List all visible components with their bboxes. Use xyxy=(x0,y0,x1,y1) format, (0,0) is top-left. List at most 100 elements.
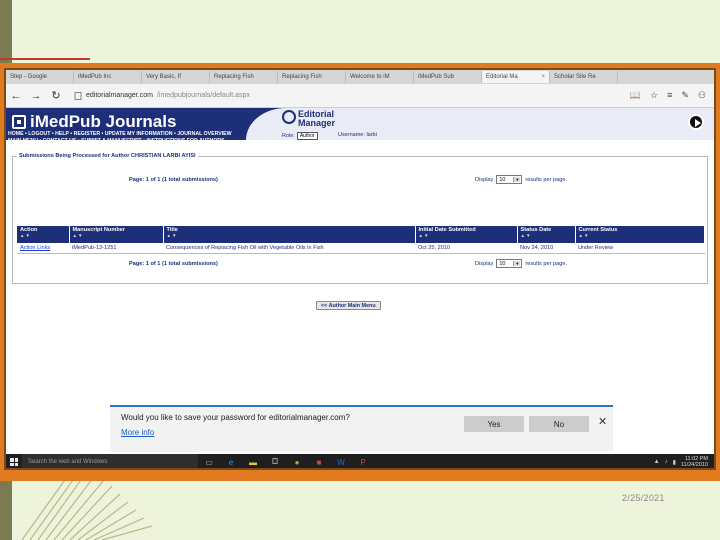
editorial-manager-logo-icon xyxy=(282,110,296,124)
more-info-link[interactable]: More info xyxy=(121,428,154,437)
favorite-star-icon[interactable]: ☆ xyxy=(650,90,658,101)
edge-icon[interactable]: e xyxy=(220,454,242,468)
browser-tab[interactable]: iMedPub Sub xyxy=(414,71,482,83)
brand-line-2: Manager xyxy=(298,118,336,128)
menu-line-1[interactable]: HOME • LOGOUT • HELP • REGISTER • UPDATE… xyxy=(8,131,266,138)
web-note-icon[interactable]: ✎ xyxy=(681,90,689,101)
system-tray: ▲ ♪ ▮ 11:02 PM 11/24/2010 xyxy=(654,456,714,468)
tab-close-icon[interactable]: × xyxy=(541,74,545,80)
share-icon[interactable]: ⚇ xyxy=(698,90,706,101)
display-suffix: results per page. xyxy=(525,260,568,267)
submissions-table: Action ▲▼ Manuscript Number ▲▼ Title ▲▼ Initia… xyxy=(17,226,705,254)
column-header[interactable]: Status Date ▲▼ xyxy=(517,226,576,243)
browser-tab[interactable]: Welcome to iM xyxy=(346,71,414,83)
results-per-page-value: 10 xyxy=(499,176,506,183)
column-header[interactable]: Initial Date Submitted ▲▼ xyxy=(415,226,518,243)
forward-icon[interactable]: → xyxy=(26,90,46,102)
imedpub-logo-icon xyxy=(12,115,26,129)
results-per-page-value: 10 xyxy=(499,260,506,267)
editorial-manager-brand: Editorial Manager xyxy=(298,110,358,128)
volume-icon[interactable]: ♪ xyxy=(665,459,668,465)
table-cell: Nov 24, 2010 xyxy=(517,243,575,254)
refresh-icon[interactable]: ↻ xyxy=(46,89,66,102)
chevron-down-icon: ▼ xyxy=(513,261,521,266)
url-field[interactable]: editorialmanager.com/imedpubjournals/def… xyxy=(74,91,250,100)
browser-tab[interactable]: Step - Google xyxy=(6,71,74,83)
address-bar: ← → ↻ editorialmanager.com/imedpubjourna… xyxy=(6,84,714,108)
table-cell: Consequences of Replacing Fish Oil with … xyxy=(163,243,415,254)
action-links[interactable]: Action Links xyxy=(17,243,69,254)
sort-arrows-icon[interactable]: ▲▼ xyxy=(419,233,514,238)
web-page: iMedPub Journals HOME • LOGOUT • HELP • … xyxy=(6,108,714,468)
username-label: Username: xyxy=(338,132,365,138)
tab-label: iMedPub Inc xyxy=(78,74,112,80)
sort-arrows-icon[interactable]: ▲▼ xyxy=(167,233,412,238)
store-icon[interactable]: ⛋ xyxy=(264,454,286,468)
role-dropdown[interactable]: Author xyxy=(296,132,318,140)
hub-icon[interactable]: ≡ xyxy=(667,90,672,101)
results-per-page-select[interactable]: 10 ▼ xyxy=(496,175,523,184)
back-icon[interactable]: ← xyxy=(6,90,26,102)
windows-taskbar: Search the web and Windows ▭ e ▬ ⛋ ● ■ W… xyxy=(6,454,714,468)
clock[interactable]: 11:02 PM 11/24/2010 xyxy=(681,456,708,468)
journal-menu: HOME • LOGOUT • HELP • REGISTER • UPDATE… xyxy=(6,131,266,145)
no-button[interactable]: No xyxy=(529,416,589,432)
tab-label: Replacing Fish xyxy=(214,74,254,80)
network-icon[interactable]: ▲ xyxy=(654,459,660,465)
display-label: Display xyxy=(475,176,494,183)
save-password-message: Would you like to save your password for… xyxy=(121,413,350,422)
file-explorer-icon[interactable]: ▬ xyxy=(242,454,264,468)
table-row: Action Links iMedPub-13-1251 Consequences … xyxy=(17,243,705,254)
browser-tab[interactable]: Scholar Site Re xyxy=(550,71,618,83)
sort-arrows-icon[interactable]: ▲▼ xyxy=(521,233,572,238)
close-icon[interactable]: ✕ xyxy=(598,415,607,428)
start-button[interactable] xyxy=(6,454,22,468)
journal-logo[interactable]: iMedPub Journals xyxy=(12,112,176,132)
sort-arrows-icon[interactable]: ▲▼ xyxy=(20,233,66,238)
slide-date: 2/25/2021 xyxy=(622,493,665,503)
journal-name: iMedPub Journals xyxy=(30,112,177,131)
browser-tab[interactable]: Replacing Fish xyxy=(278,71,346,83)
word-icon[interactable]: W xyxy=(330,454,352,468)
column-header[interactable]: Current Status ▲▼ xyxy=(575,226,705,243)
reading-view-icon[interactable]: 📖 xyxy=(630,90,641,101)
tab-label: Scholar Site Re xyxy=(554,74,596,80)
table-cell: iMedPub-13-1251 xyxy=(69,243,163,254)
browser-window: Step - Google iMedPub Inc Very Basic, If Re… xyxy=(4,68,716,470)
play-icon[interactable] xyxy=(688,114,704,130)
display-control-top: Display 10 ▼ results per page. xyxy=(475,175,567,184)
battery-icon[interactable]: ▮ xyxy=(673,459,676,466)
tab-label: Editorial Ma xyxy=(486,74,518,80)
sort-arrows-icon[interactable]: ▲▼ xyxy=(579,233,702,238)
column-header[interactable]: Manuscript Number ▲▼ xyxy=(69,226,164,243)
task-view-icon[interactable]: ▭ xyxy=(198,454,220,468)
author-main-menu-button[interactable]: << Author Main Menu xyxy=(316,301,381,310)
column-header[interactable]: Action ▲▼ xyxy=(17,226,70,243)
page-icon xyxy=(74,91,82,100)
role-label: Role: xyxy=(282,133,295,139)
tab-label: Very Basic, If xyxy=(146,74,182,80)
menu-line-2[interactable]: MAIN MENU • CONTACT US • SUBMIT A MANUSC… xyxy=(8,138,266,145)
chat-icon[interactable]: ● xyxy=(286,454,308,468)
browser-tab[interactable]: Replacing Fish xyxy=(210,71,278,83)
taskbar-search[interactable]: Search the web and Windows xyxy=(22,454,198,468)
results-per-page-select[interactable]: 10 ▼ xyxy=(496,259,523,268)
powerpoint-icon[interactable]: P xyxy=(352,454,374,468)
column-header[interactable]: Title ▲▼ xyxy=(163,226,416,243)
submissions-section: Submissions Being Processed for Author C… xyxy=(12,153,708,284)
windows-logo-icon xyxy=(10,458,18,466)
media-icon[interactable]: ■ xyxy=(308,454,330,468)
browser-tab[interactable]: iMedPub Inc xyxy=(74,71,142,83)
username-value: larbi xyxy=(366,132,377,138)
browser-tab[interactable]: Editorial Ma × xyxy=(482,71,550,83)
chevron-down-icon: ▼ xyxy=(513,177,521,182)
page-info-bottom: Page: 1 of 1 (1 total submissions) xyxy=(129,261,218,267)
display-control-bottom: Display 10 ▼ results per page. xyxy=(475,259,567,268)
browser-tab[interactable]: Very Basic, If xyxy=(142,71,210,83)
clock-date: 11/24/2010 xyxy=(680,462,708,468)
username-display: Username: larbi xyxy=(338,132,377,138)
sort-arrows-icon[interactable]: ▲▼ xyxy=(73,233,160,238)
tab-label: iMedPub Sub xyxy=(418,74,455,80)
display-label: Display xyxy=(475,260,494,267)
yes-button[interactable]: Yes xyxy=(464,416,524,432)
